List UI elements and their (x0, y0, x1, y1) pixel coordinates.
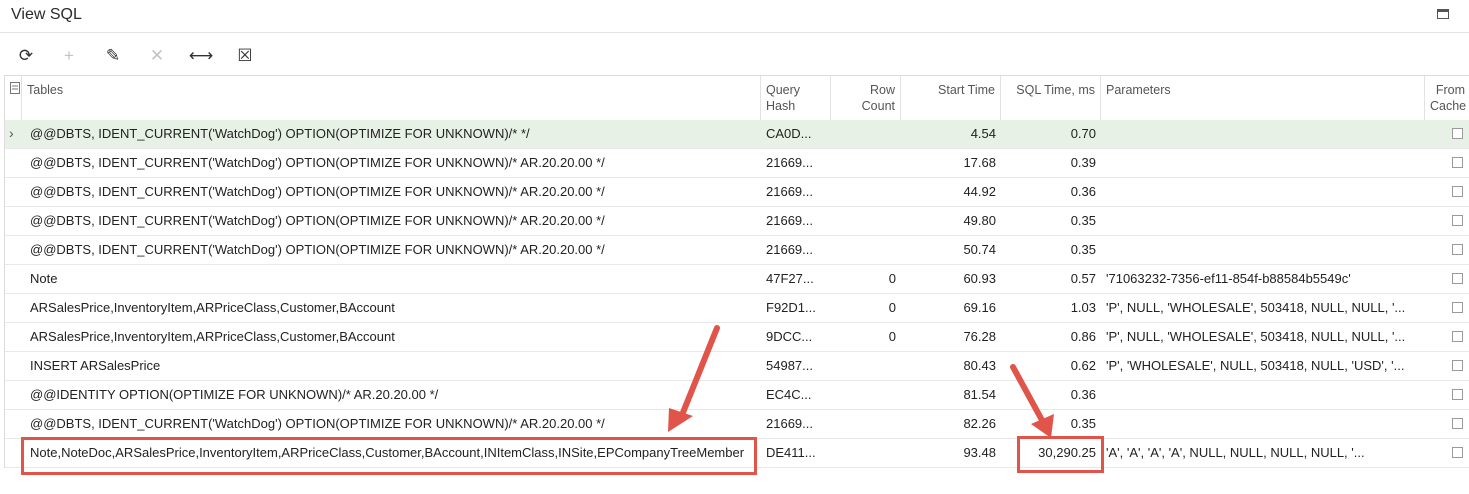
arrow-to-sql-time (1010, 364, 1046, 425)
arrow-to-tables (677, 325, 720, 423)
annotation-arrows (668, 325, 1054, 438)
